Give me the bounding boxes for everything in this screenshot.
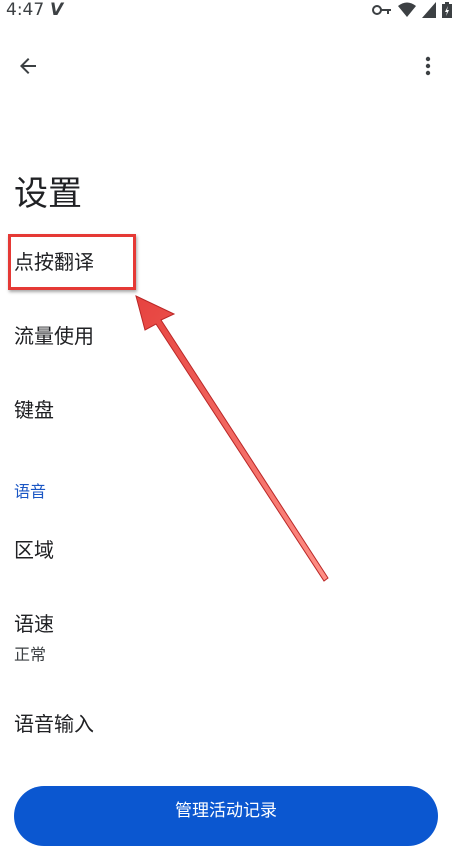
- annotation-arrow: [135, 295, 329, 582]
- manage-activity-button[interactable]: 管理活动记录: [14, 786, 438, 846]
